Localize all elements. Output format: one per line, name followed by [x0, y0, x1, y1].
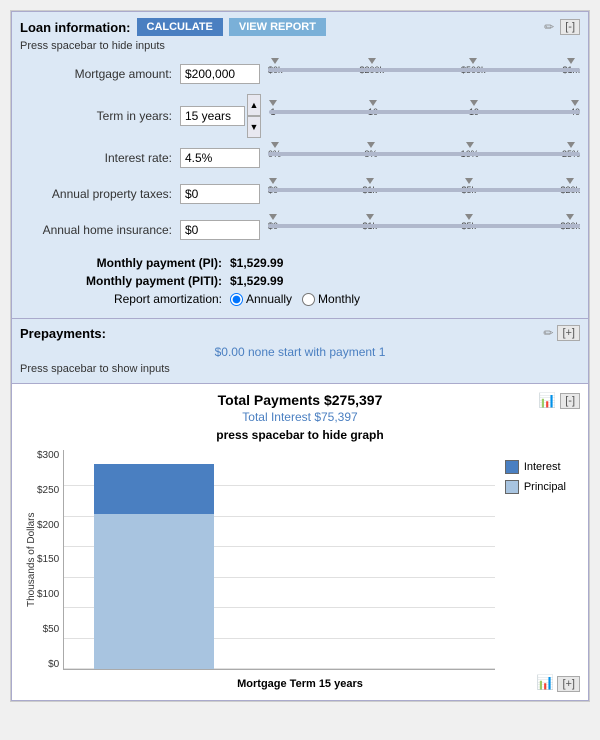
calculate-button[interactable]: CALCULATE: [137, 18, 223, 36]
monthly-pi-label: Monthly payment (PI):: [20, 256, 230, 270]
y-axis: $300 $250 $200 $150 $100 $50 $0: [37, 450, 63, 670]
taxes-ticks: $0 $1k $5k $20k: [268, 178, 580, 195]
insurance-slider-container: $0 $1k $5k $20k: [268, 214, 580, 246]
chart-bottom-bar-icon: 📊: [537, 674, 554, 690]
press-hint-show: Press spacebar to show inputs: [20, 361, 580, 377]
taxes-label: Annual property taxes:: [20, 187, 180, 201]
term-input[interactable]: [180, 106, 245, 126]
legend-interest-color: [505, 460, 519, 474]
term-up-button[interactable]: ▲: [247, 94, 261, 116]
amort-monthly-text: Monthly: [318, 292, 360, 306]
amort-label: Report amortization:: [20, 292, 230, 306]
chart-body: Interest Principal: [63, 450, 576, 670]
rate-slider-container: 0% 8% 16% 25%: [268, 142, 580, 174]
total-payments-label: Total Payments $275,397: [218, 392, 383, 408]
insurance-label: Annual home insurance:: [20, 223, 180, 237]
loan-collapse-button[interactable]: [-]: [560, 19, 580, 35]
press-hint-hide: Press spacebar to hide inputs: [20, 40, 580, 52]
term-input-wrap: ▲ ▼: [180, 94, 261, 138]
mortgage-ticks: $0k $200k $500k $1m: [268, 58, 580, 75]
total-interest-label: Total Interest $75,397: [20, 410, 580, 424]
chart-grid: [63, 450, 495, 670]
chart-expand-button[interactable]: [+]: [557, 676, 580, 692]
prepay-expand-button[interactable]: [+]: [557, 325, 580, 341]
taxes-input[interactable]: [180, 184, 260, 204]
prepayments-value: $0.00 none start with payment 1: [20, 341, 580, 361]
chart-grid-area: [63, 450, 495, 670]
term-label: Term in years:: [20, 109, 180, 123]
chart-bottom-bar: Mortgage Term 15 years 📊 [+]: [20, 670, 580, 692]
bar-interest: [94, 464, 214, 514]
taxes-slider-container: $0 $1k $5k $20k: [268, 178, 580, 210]
chart-hint: press spacebar to hide graph: [20, 428, 580, 442]
monthly-piti-label: Monthly payment (PITI):: [20, 274, 230, 288]
chart-icons: 📊 [-]: [539, 392, 580, 409]
chart-bottom-icons: 📊 [+]: [537, 674, 580, 691]
mortgage-input[interactable]: [180, 64, 260, 84]
amort-annually-text: Annually: [246, 292, 292, 306]
prepayments-title: Prepayments:: [20, 326, 106, 341]
mortgage-slider-container: $0k $200k $500k $1m: [268, 58, 580, 90]
bars-area: [84, 450, 495, 669]
chart-header: Total Payments $275,397 📊 [-]: [20, 392, 580, 408]
term-ticks: 1 10 19 40: [269, 100, 580, 117]
insurance-input[interactable]: [180, 220, 260, 240]
rate-input[interactable]: [180, 148, 260, 168]
amort-annually-label[interactable]: Annually: [230, 292, 292, 306]
chart-x-label: Mortgage Term 15 years: [237, 678, 363, 690]
chart-legend: Interest Principal: [495, 450, 576, 494]
legend-principal-color: [505, 480, 519, 494]
term-slider-container: 1 10 19 40: [269, 100, 580, 132]
bar-principal: [94, 514, 214, 669]
amort-monthly-label[interactable]: Monthly: [302, 292, 360, 306]
loan-edit-icon[interactable]: ✏: [544, 20, 554, 34]
prepay-edit-icon[interactable]: ✏: [543, 326, 553, 340]
monthly-piti-value: $1,529.99: [230, 274, 283, 288]
insurance-ticks: $0 $1k $5k $20k: [268, 214, 580, 231]
amort-annually-radio[interactable]: [230, 293, 243, 306]
chart-bar-icon: 📊: [539, 392, 556, 409]
legend-interest: Interest: [505, 460, 566, 474]
amort-radio-group: Annually Monthly: [230, 292, 360, 306]
bar-chart: Thousands of Dollars $300 $250 $200 $150…: [20, 450, 580, 670]
rate-label: Interest rate:: [20, 151, 180, 165]
y-axis-title: Thousands of Dollars: [24, 450, 37, 670]
legend-principal-label: Principal: [524, 481, 566, 493]
loan-info-title: Loan information:: [20, 20, 131, 35]
amort-monthly-radio[interactable]: [302, 293, 315, 306]
view-report-button[interactable]: VIEW REPORT: [229, 18, 326, 36]
term-down-button[interactable]: ▼: [247, 116, 261, 138]
legend-interest-label: Interest: [524, 461, 561, 473]
rate-ticks: 0% 8% 16% 25%: [268, 142, 580, 159]
monthly-pi-value: $1,529.99: [230, 256, 283, 270]
bar-group: [94, 464, 214, 669]
mortgage-label: Mortgage amount:: [20, 67, 180, 81]
chart-collapse-button[interactable]: [-]: [560, 393, 580, 409]
legend-principal: Principal: [505, 480, 566, 494]
